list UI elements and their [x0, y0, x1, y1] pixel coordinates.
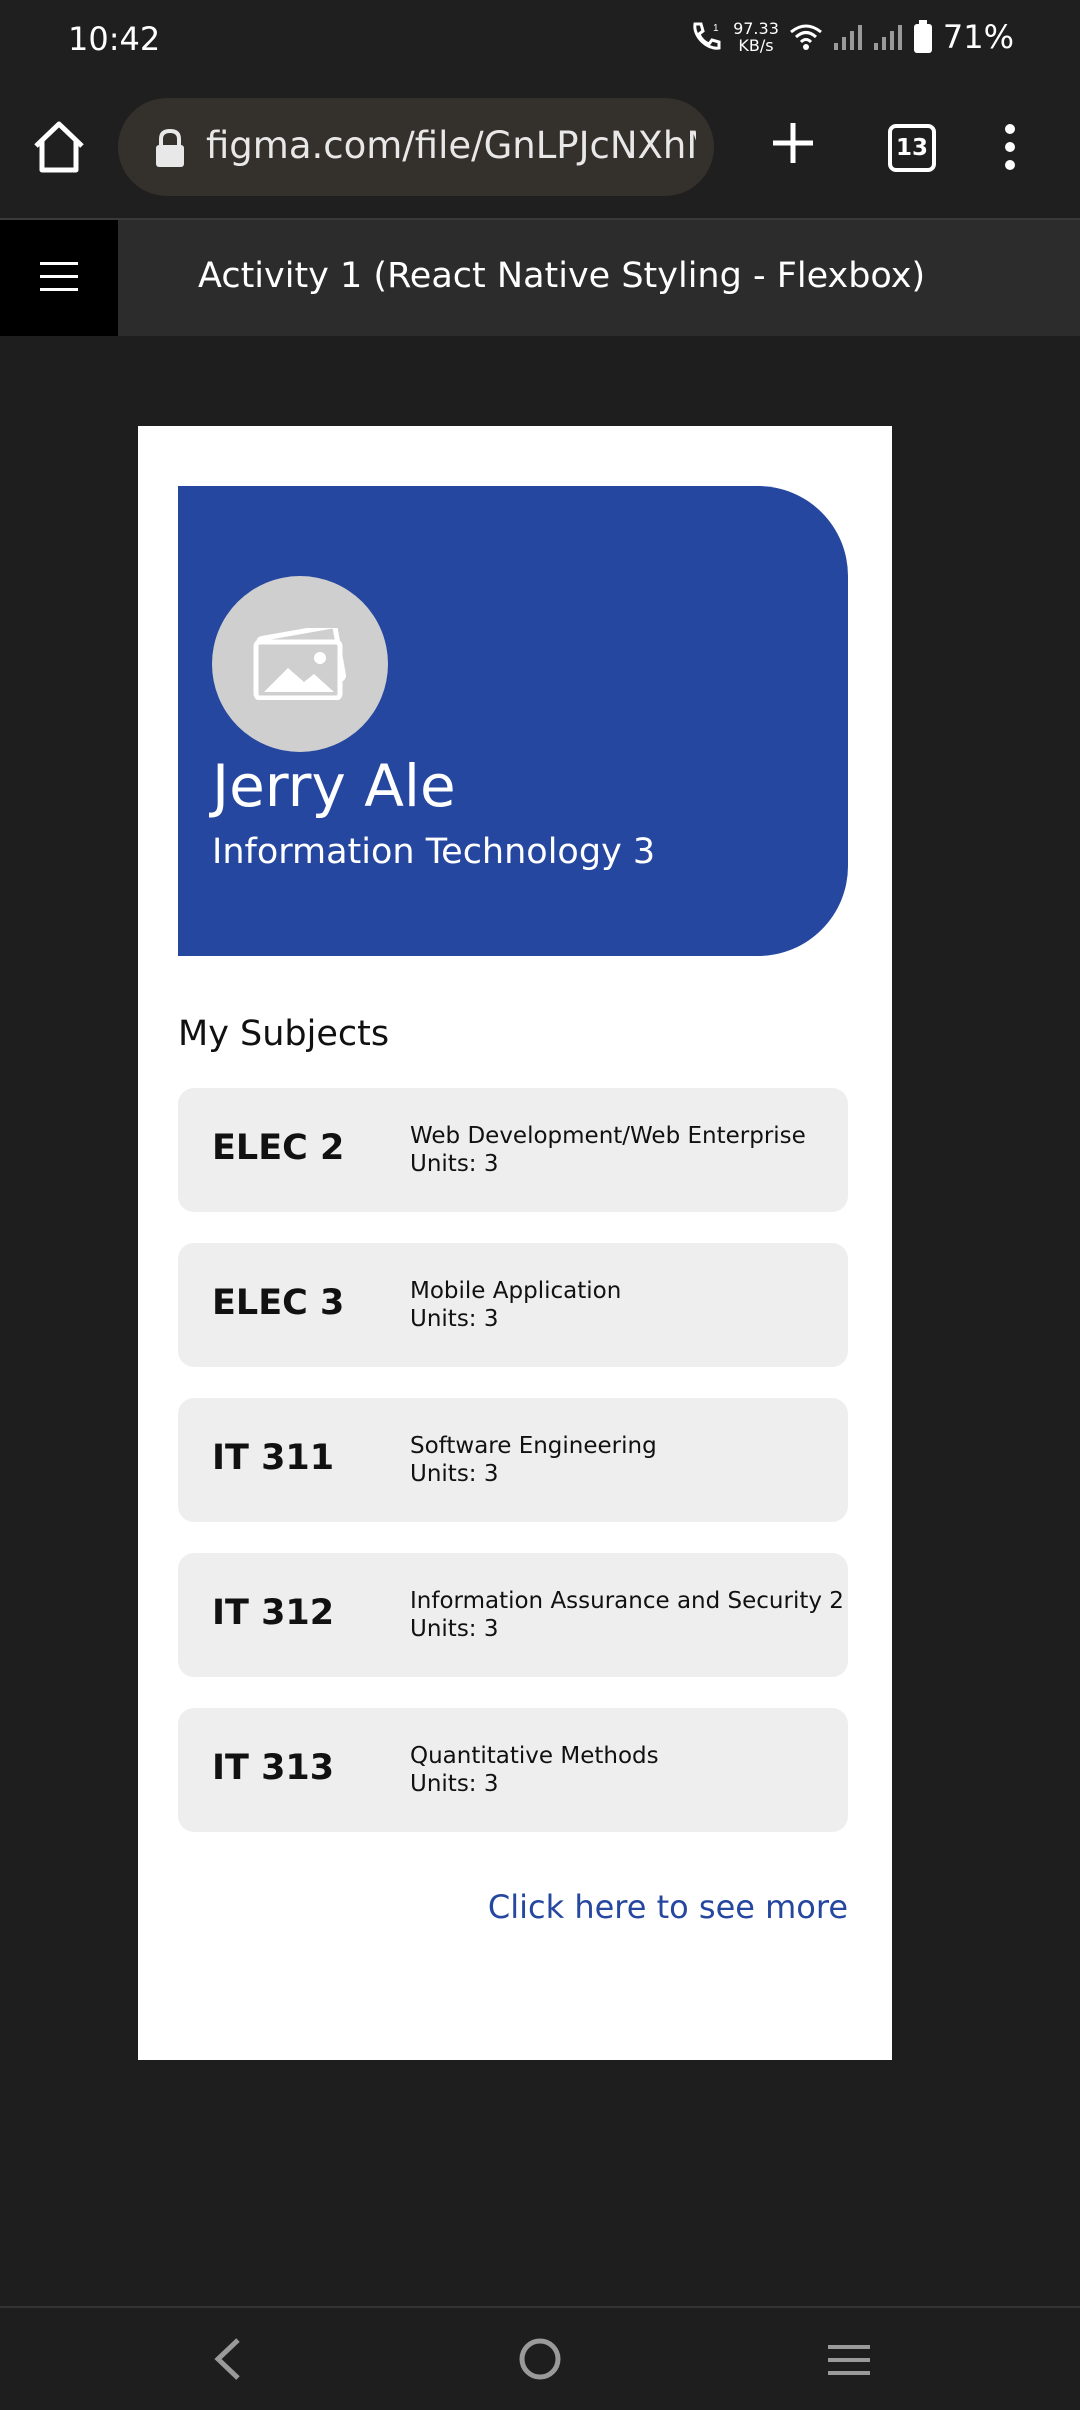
- plus-icon[interactable]: [768, 118, 818, 168]
- subject-info: Mobile Application Units: 3: [410, 1277, 621, 1333]
- profile-name: Jerry Ale: [212, 752, 456, 820]
- url-text[interactable]: figma.com/file/GnLPJcNXhMM: [206, 124, 696, 167]
- status-icons: 1 97.33 KB/s 71%: [689, 18, 1014, 56]
- call-wifi-icon: 1: [693, 22, 721, 50]
- subject-code: IT 311: [212, 1438, 335, 1478]
- overflow-menu-icon[interactable]: [996, 122, 1024, 172]
- see-more-link[interactable]: Click here to see more: [488, 1888, 848, 1926]
- figma-toolbar: Activity 1 (React Native Styling - Flexb…: [0, 220, 1080, 336]
- recents-icon[interactable]: [826, 2342, 872, 2378]
- subject-info: Quantitative Methods Units: 3: [410, 1742, 659, 1798]
- subject-code: IT 313: [212, 1748, 335, 1788]
- subject-title: Software Engineering: [410, 1433, 657, 1459]
- status-time: 10:42: [68, 20, 161, 58]
- network-speed: 97.33 KB/s: [733, 20, 779, 54]
- subject-units: Units: 3: [410, 1771, 499, 1797]
- subject-title: Information Assurance and Security 2: [410, 1588, 844, 1614]
- subject-units: Units: 3: [410, 1461, 499, 1487]
- subject-card[interactable]: ELEC 2 Web Development/Web Enterprise Un…: [178, 1088, 848, 1212]
- avatar: [212, 576, 388, 752]
- design-frame: Jerry Ale Information Technology 3 My Su…: [138, 426, 892, 2060]
- profile-header: Jerry Ale Information Technology 3: [178, 486, 848, 956]
- subject-info: Web Development/Web Enterprise Units: 3: [410, 1122, 806, 1178]
- subject-title: Quantitative Methods: [410, 1743, 659, 1769]
- speed-unit: KB/s: [738, 36, 774, 55]
- battery-icon: [913, 20, 932, 53]
- svg-text:1: 1: [713, 23, 719, 34]
- subject-card[interactable]: IT 312 Information Assurance and Securit…: [178, 1553, 848, 1677]
- subject-code: ELEC 3: [212, 1283, 345, 1323]
- system-nav-bar: [0, 2306, 1080, 2410]
- speed-value: 97.33: [733, 19, 779, 38]
- wifi-icon: [789, 24, 822, 50]
- browser-toolbar: figma.com/file/GnLPJcNXhMM 13: [0, 82, 1080, 220]
- signal-icon: [873, 25, 902, 50]
- subject-units: Units: 3: [410, 1616, 499, 1642]
- hamburger-menu-button[interactable]: [0, 220, 118, 336]
- lock-icon: [156, 128, 184, 167]
- tabs-icon[interactable]: 13: [888, 124, 936, 172]
- signal-icon: [833, 25, 862, 50]
- subject-info: Information Assurance and Security 2 Uni…: [410, 1587, 844, 1643]
- back-icon[interactable]: [208, 2336, 248, 2382]
- subject-code: ELEC 2: [212, 1128, 345, 1168]
- subject-units: Units: 3: [410, 1306, 499, 1332]
- subject-card[interactable]: IT 311 Software Engineering Units: 3: [178, 1398, 848, 1522]
- section-title: My Subjects: [178, 1014, 390, 1054]
- hamburger-menu-icon: [40, 262, 78, 291]
- subject-code: IT 312: [212, 1593, 335, 1633]
- subject-title: Mobile Application: [410, 1278, 622, 1304]
- subject-card[interactable]: IT 313 Quantitative Methods Units: 3: [178, 1708, 848, 1832]
- status-bar: 10:42 1 97.33 KB/s 71%: [0, 0, 1080, 82]
- file-title: Activity 1 (React Native Styling - Flexb…: [198, 256, 926, 296]
- profile-course: Information Technology 3: [212, 832, 656, 872]
- battery-level: 71%: [942, 18, 1014, 56]
- subject-title: Web Development/Web Enterprise: [410, 1123, 806, 1149]
- subject-units: Units: 3: [410, 1151, 499, 1177]
- url-bar[interactable]: figma.com/file/GnLPJcNXhMM: [118, 98, 714, 196]
- subject-info: Software Engineering Units: 3: [410, 1432, 657, 1488]
- home-circle-icon[interactable]: [518, 2336, 562, 2382]
- subject-list: ELEC 2 Web Development/Web Enterprise Un…: [178, 1088, 848, 1863]
- image-placeholder-icon: [253, 628, 346, 700]
- home-icon[interactable]: [30, 118, 88, 176]
- subject-card[interactable]: ELEC 3 Mobile Application Units: 3: [178, 1243, 848, 1367]
